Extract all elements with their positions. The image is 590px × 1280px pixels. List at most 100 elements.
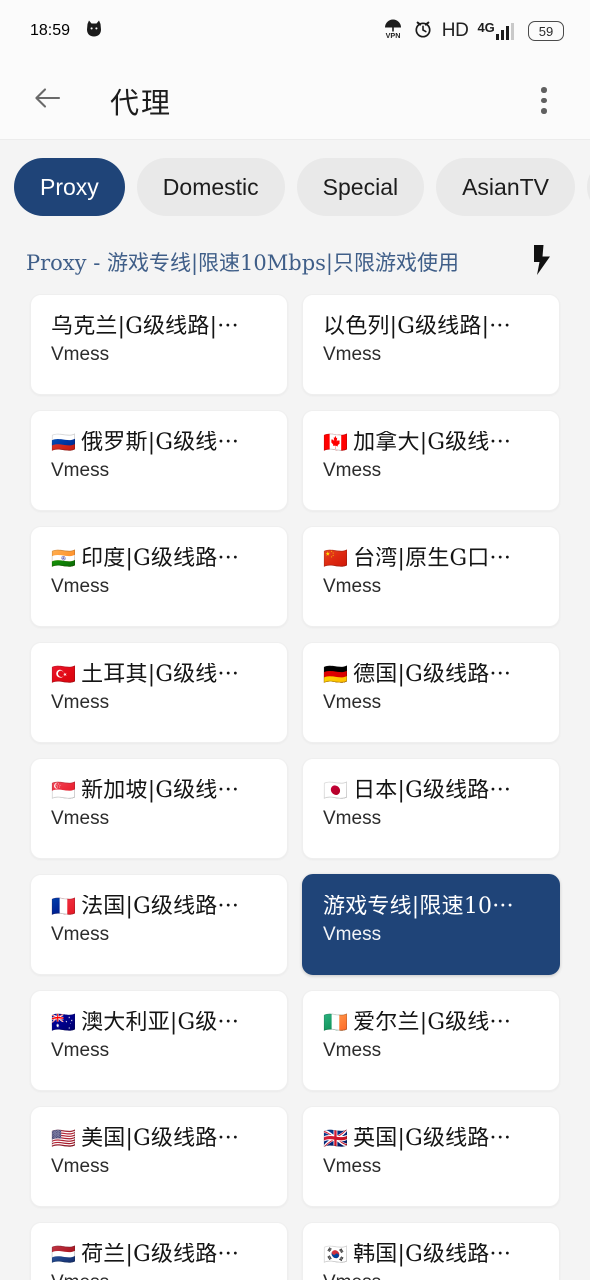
cat-icon (84, 19, 104, 44)
proxy-node-title: 🇮🇪 爱尔兰|G级线··· (323, 1011, 545, 1036)
tab-proxy[interactable]: Proxy (14, 158, 125, 216)
lightning-bolt-icon (530, 244, 554, 281)
proxy-node-title: 🇸🇬 新加坡|G级线··· (51, 779, 273, 804)
group-tabs-scroller[interactable]: ProxyDomesticSpecialAsianTVNe (0, 140, 590, 228)
proxy-node-card[interactable]: 🇸🇬 新加坡|G级线··· Vmess (30, 758, 288, 859)
proxy-node-name: 台湾|原生G口··· (353, 547, 512, 571)
tab-asiantv[interactable]: AsianTV (436, 158, 576, 216)
country-flag-icon: 🇮🇳 (51, 547, 77, 570)
country-flag-icon: 🇹🇷 (51, 663, 77, 686)
group-tabs: ProxyDomesticSpecialAsianTVNe (0, 158, 590, 216)
tab-special[interactable]: Special (296, 158, 425, 216)
battery-level: 59 (538, 23, 554, 39)
status-bar-right: VPN HD 4G 59 (382, 18, 564, 44)
proxy-node-card[interactable]: 🇬🇧 英国|G级线路··· Vmess (302, 1106, 560, 1207)
country-flag-icon: 🇺🇸 (51, 1127, 77, 1150)
proxy-node-protocol: Vmess (51, 1273, 273, 1280)
proxy-node-name: 加拿大|G级线··· (353, 431, 512, 455)
proxy-node-card[interactable]: 🇳🇱荷兰|G级线路··· Vmess (30, 1222, 288, 1280)
vpn-icon: VPN (382, 18, 404, 44)
proxy-node-name: 法国|G级线路··· (81, 895, 240, 919)
proxy-node-title: 🇹🇷 土耳其|G级线··· (51, 663, 273, 688)
proxy-node-protocol: Vmess (323, 807, 382, 829)
proxy-node-title: 游戏专线|限速10··· (323, 895, 545, 920)
proxy-node-card[interactable]: 以色列|G级线路|··· Vmess (302, 294, 560, 395)
status-clock: 18:59 (30, 22, 71, 39)
back-button[interactable] (26, 79, 70, 123)
proxy-node-card[interactable]: 🇰🇷韩国|G级线路··· Vmess (302, 1222, 560, 1280)
speed-test-button[interactable] (522, 242, 562, 282)
alarm-clock-icon (413, 19, 433, 44)
proxy-node-title: 🇳🇱 荷兰|G级线路··· (51, 1243, 273, 1268)
proxy-node-grid: 乌克兰|G级线路|··· Vmess 以色列|G级线路|··· Vmess 🇷🇺 俄罗斯|… (0, 294, 590, 1280)
proxy-node-card[interactable]: 🇦🇺 澳大利亚|G级··· Vmess (30, 990, 288, 1091)
proxy-node-card[interactable]: 🇮🇳 印度|G级线路··· Vmess (30, 526, 288, 627)
proxy-node-card[interactable]: 乌克兰|G级线路|··· Vmess (30, 294, 288, 395)
proxy-node-protocol: Vmess (51, 1155, 110, 1177)
country-flag-icon: 🇳🇱 (51, 1243, 77, 1266)
country-flag-icon: 🇨🇳 (323, 547, 349, 570)
country-flag-icon: 🇩🇪 (323, 663, 349, 686)
signal-bars-icon (495, 22, 514, 40)
proxy-node-name: 德国|G级线路··· (353, 663, 512, 687)
proxy-node-card[interactable]: 🇩🇪 德国|G级线路··· Vmess (302, 642, 560, 743)
battery-indicator: 59 (528, 21, 564, 41)
proxy-node-protocol: Vmess (323, 575, 382, 597)
proxy-node-protocol: Vmess (51, 1039, 110, 1061)
status-bar: 18:59 VPN HD 4G 59 (0, 0, 590, 62)
proxy-node-name: 印度|G级线路··· (81, 547, 240, 571)
back-arrow-icon (33, 85, 63, 116)
status-bar-left: 18:59 (30, 19, 104, 44)
proxy-node-card[interactable]: 🇯🇵 日本|G级线路··· Vmess (302, 758, 560, 859)
proxy-node-card[interactable]: 🇨🇳 台湾|原生G口··· Vmess (302, 526, 560, 627)
proxy-node-name: 以色列|G级线路|··· (323, 315, 511, 339)
proxy-node-protocol: Vmess (51, 343, 110, 365)
proxy-node-card[interactable]: 🇹🇷 土耳其|G级线··· Vmess (30, 642, 288, 743)
proxy-node-title: 🇫🇷 法国|G级线路··· (51, 895, 273, 920)
proxy-node-card-selected[interactable]: 游戏专线|限速10··· Vmess (302, 874, 560, 975)
proxy-node-title: 🇨🇦 加拿大|G级线··· (323, 431, 545, 456)
proxy-node-name: 英国|G级线路··· (353, 1127, 512, 1151)
country-flag-icon: 🇦🇺 (51, 1011, 77, 1034)
proxy-node-name: 荷兰|G级线路··· (81, 1243, 240, 1267)
proxy-node-title: 以色列|G级线路|··· (323, 315, 545, 340)
proxy-node-title: 🇬🇧 英国|G级线路··· (323, 1127, 545, 1152)
proxy-node-card[interactable]: 🇷🇺 俄罗斯|G级线··· Vmess (30, 410, 288, 511)
country-flag-icon: 🇬🇧 (323, 1127, 349, 1150)
tab-label: Domestic (162, 173, 259, 200)
country-flag-icon: 🇸🇬 (51, 779, 77, 802)
proxy-node-title: 🇷🇺 俄罗斯|G级线··· (51, 431, 273, 456)
country-flag-icon: 🇷🇺 (51, 431, 77, 454)
tab-label: Proxy (40, 173, 99, 200)
proxy-node-title: 🇦🇺 澳大利亚|G级··· (51, 1011, 273, 1036)
proxy-node-protocol: Vmess (323, 1039, 382, 1061)
hd-indicator: HD (441, 20, 469, 41)
overflow-dot (541, 108, 547, 114)
proxy-node-protocol: Vmess (51, 691, 110, 713)
proxy-node-protocol: Vmess (323, 1273, 545, 1280)
proxy-node-name: 土耳其|G级线··· (81, 663, 240, 687)
group-header: Proxy - 游戏专线|限速10Mbps|只限游戏使用 (0, 228, 590, 294)
proxy-node-card[interactable]: 🇺🇸 美国|G级线路··· Vmess (30, 1106, 288, 1207)
proxy-node-title: 🇺🇸 美国|G级线路··· (51, 1127, 273, 1152)
svg-text:VPN: VPN (385, 31, 400, 39)
proxy-node-protocol: Vmess (323, 459, 382, 481)
proxy-node-card[interactable]: 🇫🇷 法国|G级线路··· Vmess (30, 874, 288, 975)
network-type-label: 4G (477, 19, 495, 35)
proxy-node-name: 游戏专线|限速10··· (323, 895, 514, 919)
overflow-dot (541, 87, 547, 93)
proxy-node-protocol: Vmess (323, 1155, 382, 1177)
proxy-node-name: 乌克兰|G级线路|··· (51, 315, 239, 339)
group-title: Proxy - 游戏专线|限速10Mbps|只限游戏使用 (26, 251, 460, 275)
proxy-node-name: 日本|G级线路··· (353, 779, 512, 803)
tab-label: Special (322, 173, 399, 200)
overflow-menu-button[interactable] (522, 75, 566, 127)
tab-domestic[interactable]: Domestic (136, 158, 285, 216)
proxy-node-title: 🇮🇳 印度|G级线路··· (51, 547, 273, 572)
proxy-node-card[interactable]: 🇮🇪 爱尔兰|G级线··· Vmess (302, 990, 560, 1091)
proxy-node-card[interactable]: 🇨🇦 加拿大|G级线··· Vmess (302, 410, 560, 511)
proxy-node-title: 🇩🇪 德国|G级线路··· (323, 663, 545, 688)
country-flag-icon: 🇫🇷 (51, 895, 77, 918)
proxy-node-name: 韩国|G级线路··· (353, 1243, 512, 1267)
proxy-node-name: 爱尔兰|G级线··· (353, 1011, 512, 1035)
